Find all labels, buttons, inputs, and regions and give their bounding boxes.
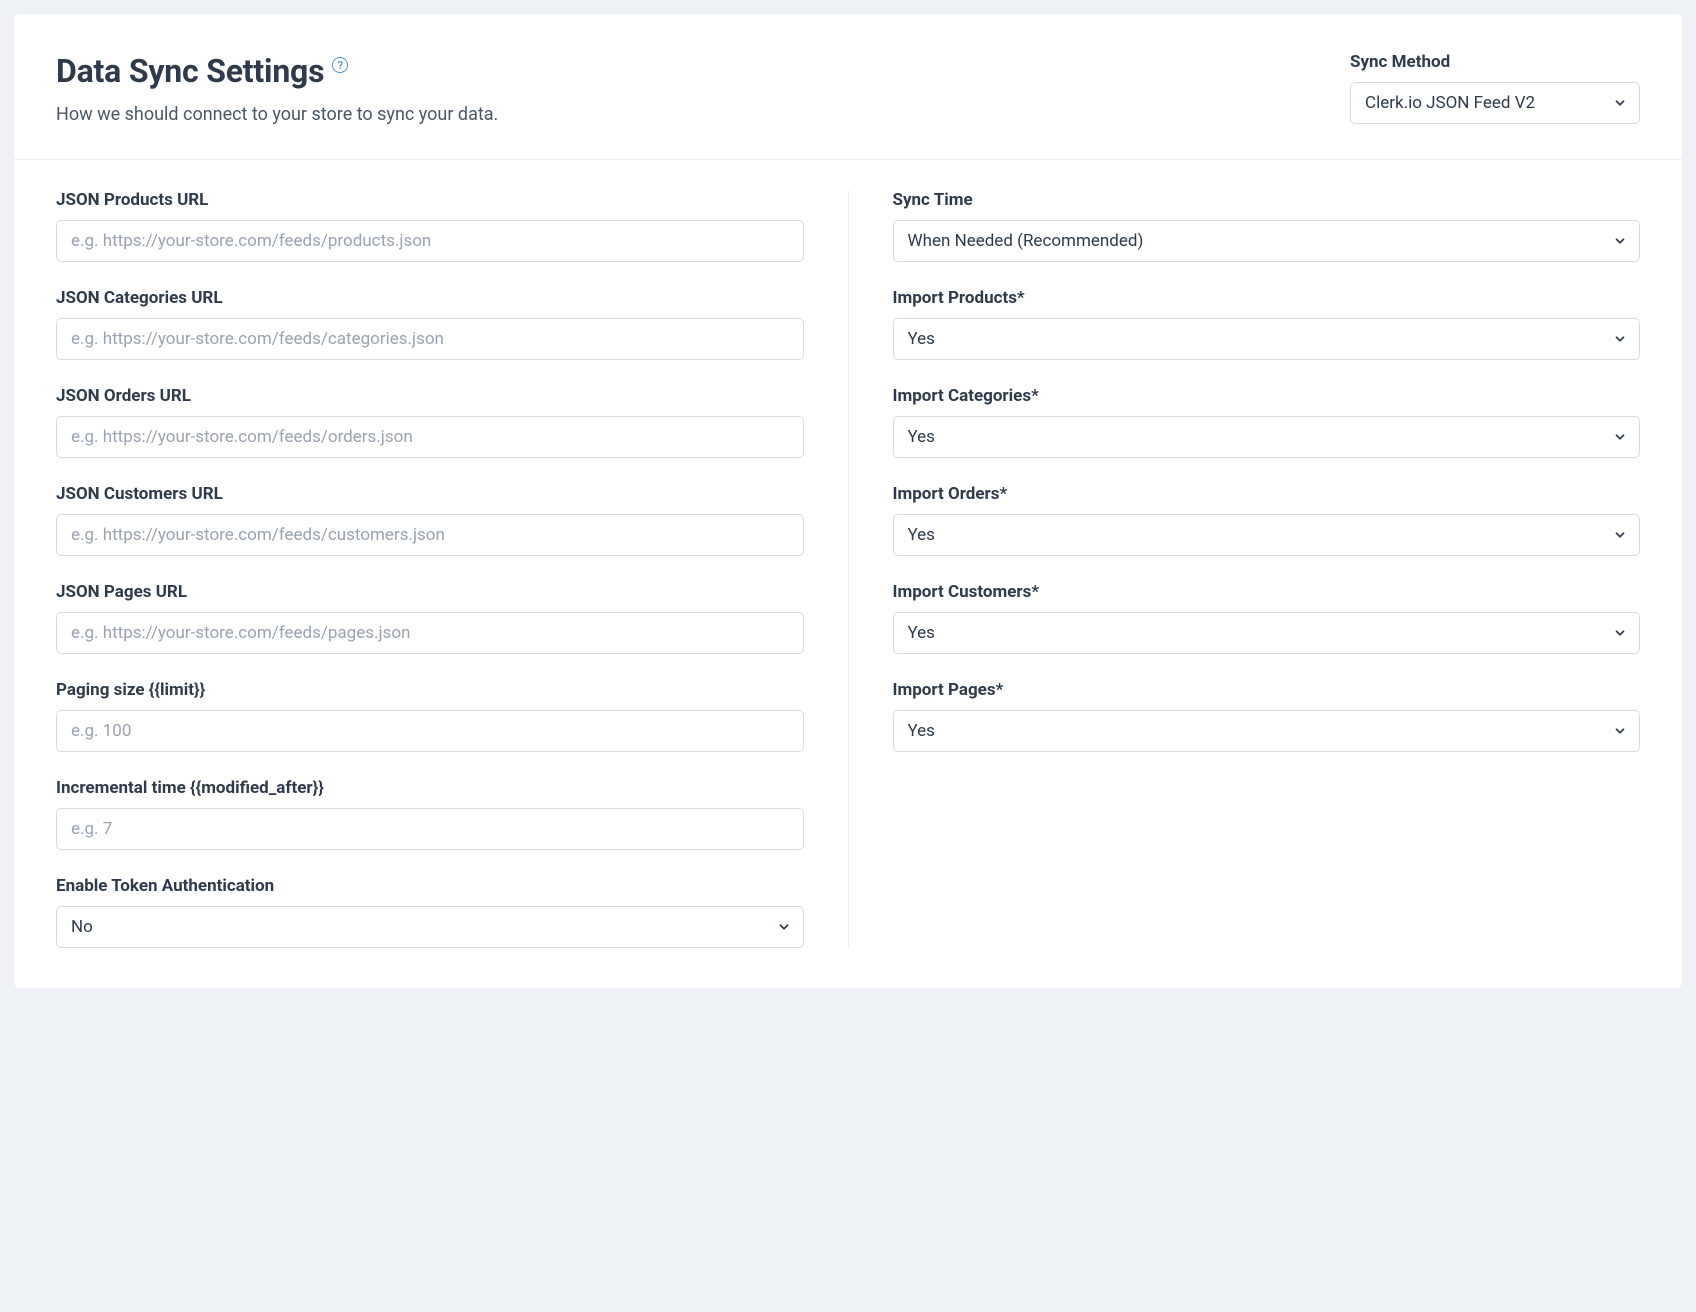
- import-products-select[interactable]: Yes: [893, 318, 1641, 360]
- help-icon[interactable]: ?: [332, 57, 348, 73]
- incremental-time-label: Incremental time {{modified_after}}: [56, 778, 804, 798]
- import-categories-label: Import Categories*: [893, 386, 1641, 406]
- column-right: Sync Time When Needed (Recommended) Impo…: [849, 190, 1641, 948]
- sync-method-select[interactable]: Clerk.io JSON Feed V2: [1350, 82, 1640, 124]
- import-pages-select[interactable]: Yes: [893, 710, 1641, 752]
- import-categories-group: Import Categories* Yes: [893, 386, 1641, 458]
- settings-card: Data Sync Settings ? How we should conne…: [14, 14, 1682, 988]
- card-header: Data Sync Settings ? How we should conne…: [14, 14, 1682, 160]
- page-title: Data Sync Settings: [56, 52, 324, 90]
- sync-method-label: Sync Method: [1350, 52, 1640, 72]
- customers-url-label: JSON Customers URL: [56, 484, 804, 504]
- customers-url-group: JSON Customers URL: [56, 484, 804, 556]
- orders-url-label: JSON Orders URL: [56, 386, 804, 406]
- orders-url-group: JSON Orders URL: [56, 386, 804, 458]
- import-orders-label: Import Orders*: [893, 484, 1641, 504]
- pages-url-label: JSON Pages URL: [56, 582, 804, 602]
- token-auth-select[interactable]: No: [56, 906, 804, 948]
- token-auth-label: Enable Token Authentication: [56, 876, 804, 896]
- pages-url-group: JSON Pages URL: [56, 582, 804, 654]
- sync-time-label: Sync Time: [893, 190, 1641, 210]
- import-customers-group: Import Customers* Yes: [893, 582, 1641, 654]
- categories-url-label: JSON Categories URL: [56, 288, 804, 308]
- import-products-group: Import Products* Yes: [893, 288, 1641, 360]
- categories-url-group: JSON Categories URL: [56, 288, 804, 360]
- customers-url-input[interactable]: [56, 514, 804, 556]
- incremental-time-input[interactable]: [56, 808, 804, 850]
- card-body: JSON Products URL JSON Categories URL JS…: [14, 160, 1682, 988]
- sync-time-group: Sync Time When Needed (Recommended): [893, 190, 1641, 262]
- pages-url-input[interactable]: [56, 612, 804, 654]
- token-auth-group: Enable Token Authentication No: [56, 876, 804, 948]
- paging-size-label: Paging size {{limit}}: [56, 680, 804, 700]
- import-categories-select[interactable]: Yes: [893, 416, 1641, 458]
- import-orders-select[interactable]: Yes: [893, 514, 1641, 556]
- import-products-label: Import Products*: [893, 288, 1641, 308]
- header-left: Data Sync Settings ? How we should conne…: [56, 52, 1350, 125]
- title-row: Data Sync Settings ?: [56, 52, 1350, 90]
- products-url-label: JSON Products URL: [56, 190, 804, 210]
- paging-size-input[interactable]: [56, 710, 804, 752]
- sync-time-select[interactable]: When Needed (Recommended): [893, 220, 1641, 262]
- import-customers-label: Import Customers*: [893, 582, 1641, 602]
- import-orders-group: Import Orders* Yes: [893, 484, 1641, 556]
- page-subtitle: How we should connect to your store to s…: [56, 104, 1350, 125]
- categories-url-input[interactable]: [56, 318, 804, 360]
- incremental-time-group: Incremental time {{modified_after}}: [56, 778, 804, 850]
- orders-url-input[interactable]: [56, 416, 804, 458]
- import-customers-select[interactable]: Yes: [893, 612, 1641, 654]
- header-right: Sync Method Clerk.io JSON Feed V2: [1350, 52, 1640, 124]
- import-pages-group: Import Pages* Yes: [893, 680, 1641, 752]
- products-url-input[interactable]: [56, 220, 804, 262]
- products-url-group: JSON Products URL: [56, 190, 804, 262]
- paging-size-group: Paging size {{limit}}: [56, 680, 804, 752]
- column-left: JSON Products URL JSON Categories URL JS…: [56, 190, 849, 948]
- import-pages-label: Import Pages*: [893, 680, 1641, 700]
